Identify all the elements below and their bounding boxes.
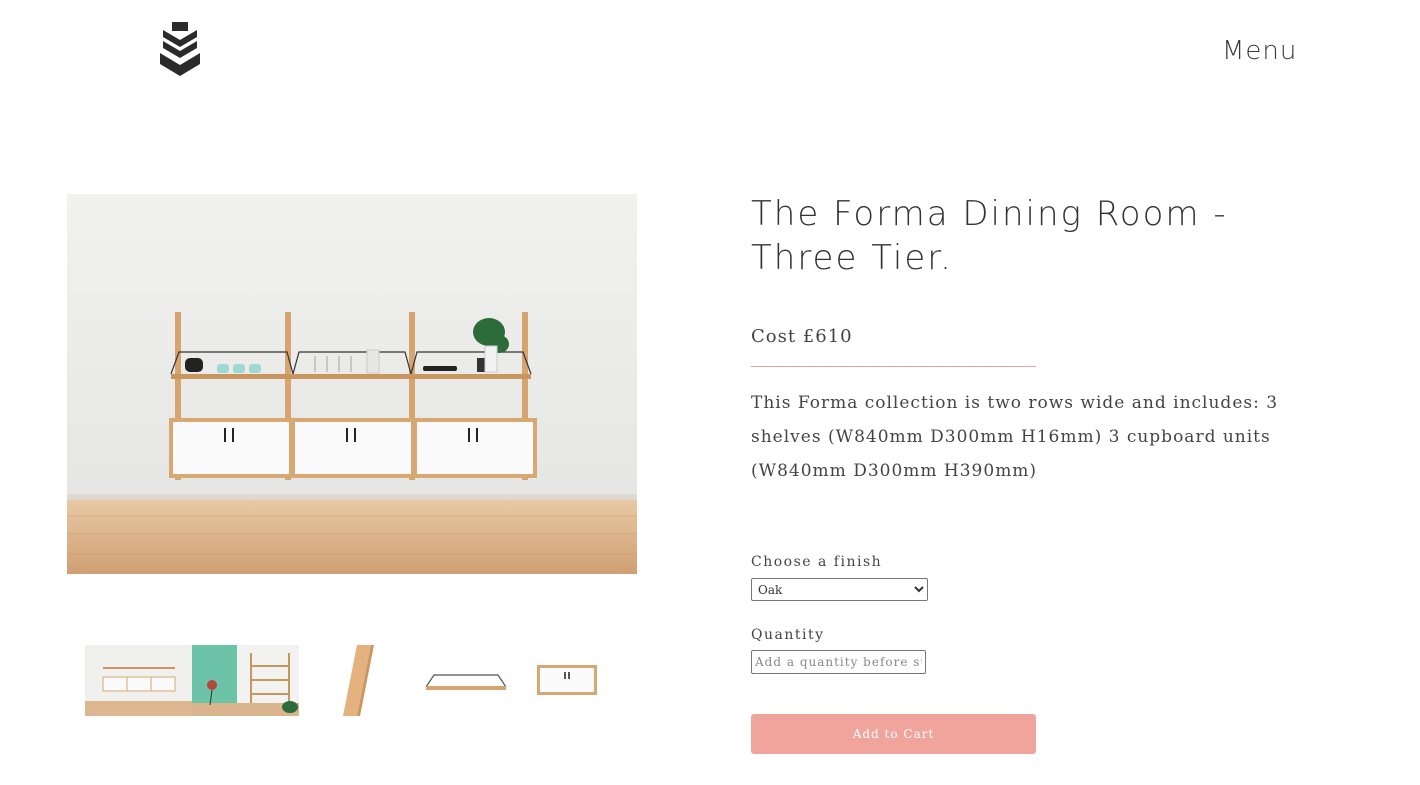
price-divider	[751, 366, 1036, 367]
quantity-input[interactable]	[751, 650, 926, 674]
product-price: Cost £610	[751, 326, 853, 347]
quantity-label: Quantity	[751, 627, 825, 643]
thumbnail-shelf[interactable]	[406, 645, 513, 716]
menu-button[interactable]: Menu	[1222, 36, 1297, 66]
brand-logo-icon[interactable]	[158, 20, 202, 78]
thumbnail-cupboard[interactable]	[513, 645, 620, 716]
thumbnail-strip	[85, 645, 620, 716]
thumbnail-full-unit[interactable]	[85, 645, 192, 716]
add-to-cart-button[interactable]: Add to Cart	[751, 714, 1036, 754]
product-main-image[interactable]	[67, 194, 637, 574]
thumbnail-room-scene[interactable]	[192, 645, 299, 716]
finish-select[interactable]: Oak	[751, 578, 928, 601]
finish-label: Choose a finish	[751, 554, 883, 570]
product-title: The Forma Dining Room - Three Tier.	[751, 194, 1228, 278]
thumbnail-upright[interactable]	[299, 645, 406, 716]
product-description: This Forma collection is two rows wide a…	[751, 393, 1279, 481]
